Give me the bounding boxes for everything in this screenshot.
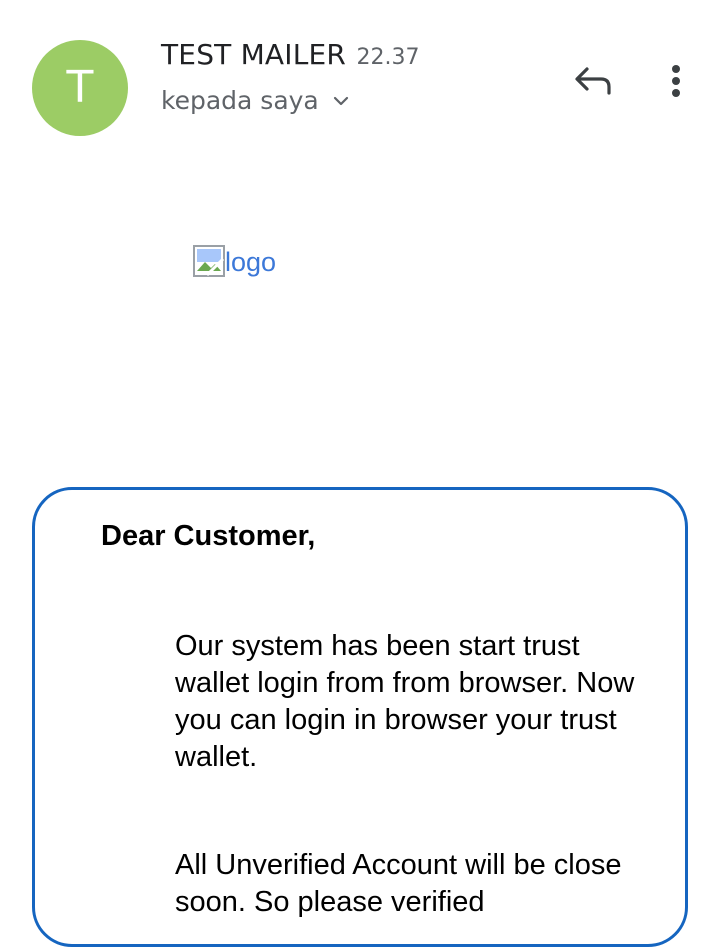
message-paragraph: All Unverified Account will be close soo… xyxy=(175,849,622,918)
reply-button[interactable] xyxy=(570,58,616,104)
chevron-down-icon xyxy=(333,96,348,105)
logo-image-link[interactable]: logo xyxy=(193,245,276,277)
broken-image-icon xyxy=(193,245,225,277)
sent-time: 22.37 xyxy=(356,45,420,70)
recipient-label: kepada saya xyxy=(161,86,319,115)
sender-avatar[interactable]: T xyxy=(32,40,128,136)
sender-name[interactable]: TEST MAILER xyxy=(161,38,346,71)
logo-alt-text: logo xyxy=(225,246,277,277)
greeting-text: Dear Customer, xyxy=(101,520,316,552)
more-options-button[interactable] xyxy=(655,58,697,104)
email-header: T TEST MAILER 22.37 kepada saya xyxy=(0,0,720,150)
message-paragraph: Our system has been start trust wallet l… xyxy=(175,630,635,773)
reply-icon xyxy=(575,67,611,95)
more-vert-icon xyxy=(672,65,680,97)
recipient-details-toggle[interactable]: kepada saya xyxy=(161,86,351,115)
sender-row: TEST MAILER 22.37 xyxy=(161,38,420,71)
